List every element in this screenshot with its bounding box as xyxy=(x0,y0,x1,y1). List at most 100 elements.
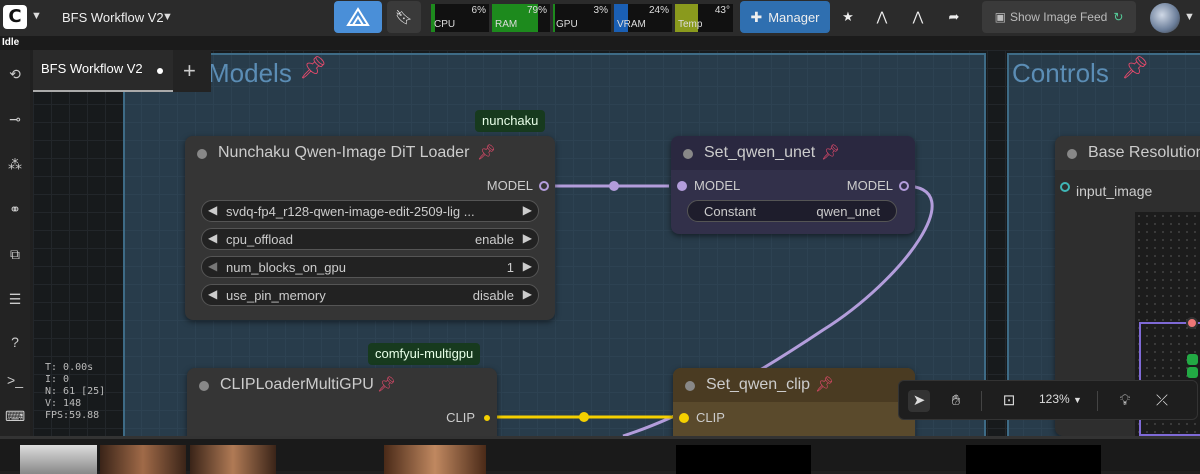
output-label-model: MODEL xyxy=(486,178,533,193)
chevron-down-icon: ▼ xyxy=(1073,395,1082,405)
image-feed-button[interactable]: ▣ Show Image Feed ↻ xyxy=(982,1,1136,33)
collapse-dot-icon[interactable] xyxy=(199,381,209,391)
select-tool-icon[interactable]: ➤ xyxy=(908,390,930,412)
ram-value: 79% xyxy=(526,5,547,16)
keyboard-icon[interactable]: ⌨ xyxy=(5,406,25,426)
input-slot-image[interactable] xyxy=(1060,182,1070,192)
arrow-left-icon[interactable]: ◀ xyxy=(208,287,217,301)
input-slot-model[interactable] xyxy=(677,181,687,191)
thumbnail[interactable] xyxy=(676,445,811,474)
resize-handle[interactable] xyxy=(1186,317,1198,329)
manager-button[interactable]: ✚ Manager xyxy=(740,1,830,33)
mini-toggle[interactable] xyxy=(1187,367,1198,378)
arrow-left-icon[interactable]: ◀ xyxy=(208,259,217,273)
node-set-qwen-clip[interactable]: Set_qwen_clip 📌︎ CLIP xyxy=(673,368,915,436)
output-slot-model[interactable] xyxy=(539,181,549,191)
zoom-value: 123% xyxy=(1039,392,1070,406)
collapse-dot-icon[interactable] xyxy=(1067,149,1077,159)
collapse-dot-icon[interactable] xyxy=(685,381,695,391)
output-slot-clip[interactable] xyxy=(482,413,492,423)
thumbnail[interactable] xyxy=(190,445,276,474)
constant-field[interactable]: Constant qwen_unet xyxy=(687,200,897,222)
node-title[interactable]: Set_qwen_clip xyxy=(706,376,810,394)
favorite-button[interactable]: ★ xyxy=(834,1,862,33)
chevron-down-icon[interactable]: ▼ xyxy=(31,10,42,22)
widget-value: disable xyxy=(472,288,514,303)
share-button[interactable]: ➦ xyxy=(940,1,968,33)
node-title[interactable]: Nunchaku Qwen-Image DiT Loader xyxy=(218,144,469,162)
collapse-dot-icon[interactable] xyxy=(683,149,693,159)
widget-name: use_pin_memory xyxy=(226,288,326,303)
widget-value: 1 xyxy=(506,260,514,275)
arrow-right-icon[interactable]: ▶ xyxy=(523,203,532,217)
node-title[interactable]: Set_qwen_unet xyxy=(704,144,815,162)
pin-icon: 📌︎ xyxy=(477,144,497,161)
node-title[interactable]: CLIPLoaderMultiGPU xyxy=(220,376,374,394)
lightbulb-icon[interactable]: 💡︎ xyxy=(1114,390,1136,412)
node-nunchaku-loader[interactable]: Nunchaku Qwen-Image DiT Loader 📌︎ MODEL … xyxy=(185,136,555,320)
num-blocks-stepper[interactable]: ◀ num_blocks_on_gpu 1 ▶ xyxy=(201,256,539,278)
puzzle-icon: ✚ xyxy=(750,8,763,25)
gpu-fill xyxy=(553,4,555,32)
ram-label: RAM xyxy=(495,19,518,30)
widget-name: Constant xyxy=(704,204,757,219)
zoom-select[interactable]: 123% ▼ xyxy=(1039,392,1082,406)
comfy-logo-icon[interactable]: C xyxy=(3,5,27,29)
thumbnail[interactable] xyxy=(100,445,186,474)
model-library-icon[interactable]: ⚭ xyxy=(5,199,25,219)
image-feed-label: Show Image Feed xyxy=(1009,10,1108,24)
chevron-down-icon[interactable]: ▼ xyxy=(162,11,173,23)
input-label-clip: CLIP xyxy=(696,410,725,425)
node-set-qwen-unet[interactable]: Set_qwen_unet 📌︎ MODEL MODEL Constant qw… xyxy=(671,136,915,234)
bookmark-button[interactable]: 🔖︎ xyxy=(387,1,421,33)
node-title[interactable]: Base Resolution xyxy=(1088,144,1200,162)
mini-toggle[interactable] xyxy=(1187,354,1198,365)
hide-links-icon[interactable]: ⤫ xyxy=(1151,390,1173,412)
arrow-right-icon[interactable]: ▶ xyxy=(523,259,532,273)
history-icon[interactable]: ⟲ xyxy=(5,64,25,84)
cpu-label: CPU xyxy=(434,19,456,30)
widget-value: enable xyxy=(474,232,514,247)
use-pin-memory-combo[interactable]: ◀ use_pin_memory disable ▶ xyxy=(201,284,539,306)
bookmark-icon: 🔖︎ xyxy=(395,8,413,25)
model-name-combo[interactable]: ◀ svdq-fp4_r128-qwen-image-edit-2509-lig… xyxy=(201,200,539,222)
arrow-left-icon[interactable]: ◀ xyxy=(208,231,217,245)
help-icon[interactable]: ? xyxy=(5,332,25,352)
avatar[interactable] xyxy=(1150,3,1180,33)
workflow-title[interactable]: BFS Workflow V2 xyxy=(62,10,164,25)
output-slot-model[interactable] xyxy=(899,181,909,191)
thumbnail[interactable] xyxy=(966,445,1101,474)
queue-button[interactable] xyxy=(334,1,382,33)
toolbar-divider xyxy=(981,391,982,411)
plug-icon[interactable]: ⊸ xyxy=(5,109,25,129)
hand-tool-icon[interactable]: ✋︎ xyxy=(945,390,967,412)
nodes-button[interactable]: ⋀ xyxy=(868,1,896,33)
star-icon: ★ xyxy=(842,9,854,24)
clip-link-midpoint xyxy=(579,412,589,422)
graph-canvas[interactable]: Models 📌︎ Controls 📌︎ BFS Workflow V2 + … xyxy=(33,50,1200,436)
node-clip-loader-multigpu[interactable]: CLIPLoaderMultiGPU 📌︎ CLIP xyxy=(187,368,497,436)
cpu-offload-combo[interactable]: ◀ cpu_offload enable ▶ xyxy=(201,228,539,250)
arrow-left-icon[interactable]: ◀ xyxy=(208,203,217,217)
widget-value: svdq-fp4_r128-qwen-image-edit-2509-lig .… xyxy=(226,204,475,219)
image-feed-strip xyxy=(0,436,1200,474)
collapse-dot-icon[interactable] xyxy=(197,149,207,159)
workflows-icon[interactable]: ⧉ xyxy=(5,244,25,264)
arrow-right-icon[interactable]: ▶ xyxy=(523,231,532,245)
nodes-map-button[interactable]: ⋀ xyxy=(904,1,932,33)
gpu-value: 3% xyxy=(593,5,608,16)
temp-value: 43° xyxy=(714,5,730,16)
gpu-stat: 3% GPU xyxy=(553,4,611,32)
badge-comfyui-multigpu: comfyui-multigpu xyxy=(368,343,481,365)
chevron-down-icon[interactable]: ▼ xyxy=(1184,11,1195,23)
arrow-right-icon[interactable]: ▶ xyxy=(523,287,532,301)
perf-v: V: 148 xyxy=(45,398,82,409)
templates-icon[interactable]: ☰ xyxy=(5,289,25,309)
fit-view-icon[interactable]: ⊡ xyxy=(998,390,1020,412)
terminal-icon[interactable]: >_ xyxy=(5,370,25,390)
thumbnail[interactable] xyxy=(20,445,97,474)
thumbnail[interactable] xyxy=(384,445,486,474)
perf-nodes: N: 61 [25] xyxy=(45,386,106,397)
input-slot-clip[interactable] xyxy=(679,413,689,423)
node-library-icon[interactable]: ⁂ xyxy=(5,154,25,174)
